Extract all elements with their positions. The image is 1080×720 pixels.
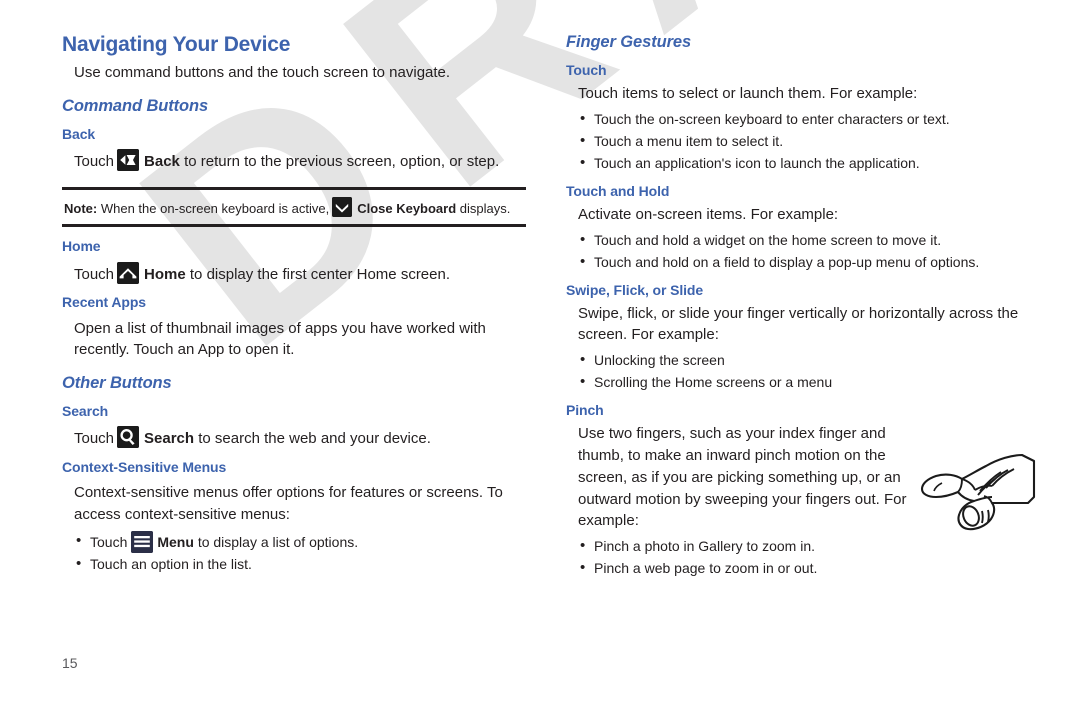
note-text: Note: When the on-screen keyboard is act… <box>62 190 526 225</box>
subsection-touch-and-hold: Touch and Hold <box>566 182 670 199</box>
back-instruction-suffix: to return to the previous screen, option… <box>184 152 500 170</box>
list-item: Touch an option in the list. <box>76 553 530 576</box>
back-instruction: Touch Back to return to the previous scre… <box>74 148 530 173</box>
home-instruction-suffix: to display the first center Home screen. <box>189 265 451 283</box>
menu-bullet-prefix: Touch <box>90 534 128 551</box>
list-item: Touch the on-screen keyboard to enter ch… <box>580 108 1036 131</box>
subsection-pinch: Pinch <box>566 402 604 419</box>
subsection-search: Search <box>62 402 109 419</box>
home-instruction-prefix: Touch <box>74 265 115 283</box>
swipe-body: Swipe, flick, or slide your finger verti… <box>578 304 1019 344</box>
search-instruction-suffix: to search the web and your device. <box>198 429 431 447</box>
search-instruction-prefix: Touch <box>74 429 115 447</box>
search-label: Search <box>144 429 195 447</box>
menu-hamburger-icon <box>131 531 154 554</box>
menu-label: Menu <box>157 534 194 551</box>
note-label: Note: <box>64 200 98 216</box>
recent-apps-body: Open a list of thumbnail images of apps … <box>74 319 486 359</box>
home-instruction: Touch Home to display the first center Ho… <box>74 261 530 286</box>
list-item: Unlocking the screen <box>580 349 1036 372</box>
pinch-content: Use two fingers, such as your index fing… <box>566 423 1036 532</box>
pinching-hand-illustration <box>918 453 1036 531</box>
note-rule-bottom <box>62 224 526 228</box>
subsection-home: Home <box>62 238 101 255</box>
list-item: Touch and hold a widget on the home scre… <box>580 229 1036 252</box>
list-item: Pinch a photo in Gallery to zoom in. <box>580 535 1036 558</box>
right-column: Finger Gestures Touch Touch items to sel… <box>566 32 1036 581</box>
list-item: Pinch a web page to zoom in or out. <box>580 557 1036 580</box>
menu-bullet-suffix: to display a list of options. <box>197 534 359 551</box>
home-label: Home <box>144 265 186 283</box>
left-column: Navigating Your Device Use command butto… <box>62 32 530 577</box>
back-arrow-icon <box>117 148 140 171</box>
back-label: Back <box>144 152 180 170</box>
subsection-context-menus: Context-Sensitive Menus <box>62 458 227 475</box>
touch-and-hold-body: Activate on-screen items. For example: <box>578 205 839 223</box>
note-text-before: When the on-screen keyboard is active, <box>100 200 330 216</box>
subsection-swipe-flick-slide: Swipe, Flick, or Slide <box>566 281 704 298</box>
touch-and-hold-bullets: Touch and hold a widget on the home scre… <box>580 229 1036 274</box>
touch-bullets: Touch the on-screen keyboard to enter ch… <box>580 108 1036 175</box>
subsection-back: Back <box>62 125 96 142</box>
list-item: Touch Menu to display a list of options. <box>76 530 530 554</box>
note-block: Note: When the on-screen keyboard is act… <box>62 186 526 228</box>
page-number: 15 <box>62 655 78 671</box>
note-text-after: displays. <box>459 200 511 216</box>
subsection-touch: Touch <box>566 61 607 78</box>
close-keyboard-chevron-icon <box>332 196 353 217</box>
context-menus-body: Context-sensitive menus offer options fo… <box>74 483 503 523</box>
list-item: Touch and hold on a field to display a p… <box>580 251 1036 274</box>
swipe-bullets: Unlocking the screen Scrolling the Home … <box>580 349 1036 394</box>
intro-paragraph: Use command buttons and the touch screen… <box>74 64 451 82</box>
page-title: Navigating Your Device <box>62 33 291 56</box>
document-page: Navigating Your Device Use command butto… <box>0 0 1080 720</box>
home-house-icon <box>117 261 140 284</box>
close-keyboard-label: Close Keyboard <box>357 200 457 216</box>
pinch-bullets: Pinch a photo in Gallery to zoom in. Pin… <box>580 535 1036 580</box>
list-item: Touch a menu item to select it. <box>580 130 1036 153</box>
search-magnifier-icon <box>117 425 140 448</box>
search-instruction: Touch Search to search the web and your d… <box>74 425 530 450</box>
section-other-buttons: Other Buttons <box>62 374 172 393</box>
section-finger-gestures: Finger Gestures <box>566 33 692 51</box>
touch-body: Touch items to select or launch them. Fo… <box>578 84 918 102</box>
context-menus-bullets: TouchMenu to display a list of options. … <box>76 530 530 576</box>
list-item: Touch an application's icon to launch th… <box>580 152 1036 175</box>
subsection-recent-apps: Recent Apps <box>62 294 146 311</box>
list-item: Scrolling the Home screens or a menu <box>580 371 1036 394</box>
section-command-buttons: Command Buttons <box>62 97 209 115</box>
pinch-body: Use two fingers, such as your index fing… <box>578 425 907 530</box>
back-instruction-prefix: Touch <box>74 152 115 170</box>
